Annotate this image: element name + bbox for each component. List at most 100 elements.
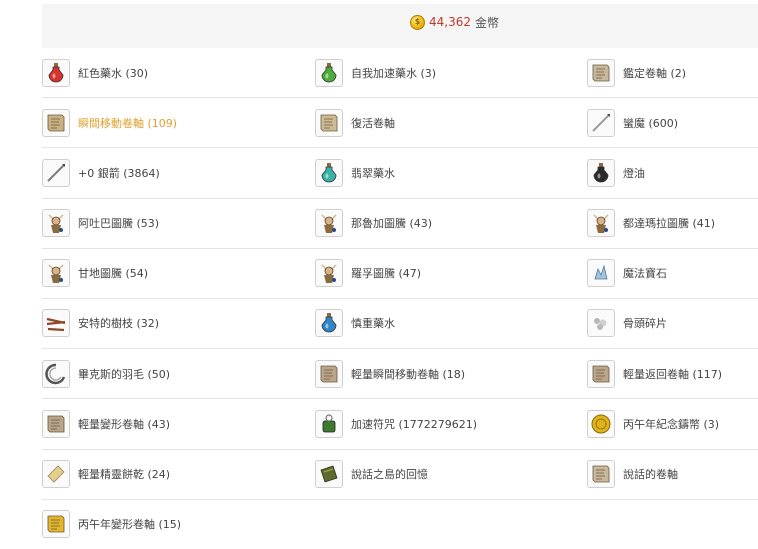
item-label: +0 銀箭 (3864) [78, 166, 160, 180]
gold-summary: $ 44,362 金幣 [410, 12, 499, 32]
item-row: 輕量精靈餅乾 (24) 說話之島的回憶 說話的卷軸 [42, 450, 758, 500]
gold-amount: 44,362 [429, 15, 471, 29]
arrow-icon [587, 108, 615, 137]
light-polymorph-scroll-icon [42, 409, 70, 438]
inventory-item[interactable]: 輕量精靈餅乾 (24) [42, 450, 170, 499]
item-label: 都達瑪拉圖騰 (41) [623, 217, 716, 231]
talking-scroll-icon [587, 460, 615, 488]
item-row: 紅色藥水 (30) 自我加速藥水 (3) 鑑定卷軸 (2) [42, 48, 758, 99]
inventory-item[interactable]: 羅孚圖騰 (47) [315, 249, 421, 298]
inventory-item[interactable]: 復活卷軸 [315, 98, 395, 147]
silver-arrow-icon [42, 158, 70, 187]
resurrection-scroll-icon [315, 108, 343, 137]
item-label: 阿吐巴圖騰 (53) [78, 217, 160, 231]
inventory-item[interactable]: 蠻魔 (600) [587, 98, 678, 147]
item-label: 紅色藥水 (30) [78, 66, 149, 80]
inventory-item[interactable]: 丙午年紀念鑄幣 (3) [587, 399, 719, 448]
rova-totem-icon [315, 259, 343, 288]
gold-summary-bar: $ 44,362 金幣 [42, 4, 758, 48]
elven-wafer-icon [42, 460, 70, 488]
green-potion-icon [315, 58, 343, 87]
light-return-scroll-icon [587, 359, 615, 388]
magic-gem-icon [587, 259, 615, 288]
item-label: 燈油 [623, 166, 645, 180]
item-row: 阿吐巴圖騰 (53) 那魯加圖騰 (43) 都達瑪拉圖騰 (41) [42, 199, 758, 249]
inventory-item[interactable]: 畢克斯的羽毛 (50) [42, 349, 170, 398]
item-label: 蠻魔 (600) [623, 116, 679, 130]
inventory-item[interactable]: 加速符咒 (1772279621) [315, 399, 477, 448]
inventory-item[interactable]: 自我加速藥水 (3) [315, 48, 436, 97]
item-row: 輕量變形卷軸 (43) 加速符咒 (1772279621) 丙午年紀念鑄幣 (3) [42, 399, 758, 450]
item-label: 加速符咒 (1772279621) [351, 417, 478, 431]
inventory-item[interactable]: 都達瑪拉圖騰 (41) [587, 199, 715, 248]
teleport-scroll-icon [42, 108, 70, 137]
inventory-item[interactable]: 魔法寶石 [587, 249, 667, 298]
inventory-item[interactable]: 那魯加圖騰 (43) [315, 199, 432, 248]
gandi-totem-icon [42, 259, 70, 288]
item-label: 復活卷軸 [351, 116, 395, 130]
inventory-item[interactable]: 骨頭碎片 [587, 299, 667, 348]
inventory-item[interactable]: 慎重藥水 [315, 299, 395, 348]
inventory-item[interactable]: 安特的樹枝 (32) [42, 299, 159, 348]
inventory-item[interactable]: +0 銀箭 (3864) [42, 148, 160, 197]
island-memory-book-icon [315, 460, 343, 488]
year-polymorph-scroll-icon [42, 510, 70, 539]
inventory-item[interactable]: 鑑定卷軸 (2) [587, 48, 686, 97]
item-row: 畢克斯的羽毛 (50) 輕量瞬間移動卷軸 (18) 輕量返回卷軸 (117) [42, 349, 758, 400]
gold-coin-icon: $ [410, 14, 425, 30]
lamp-oil-icon [587, 158, 615, 187]
inventory-item[interactable]: 輕量返回卷軸 (117) [587, 349, 722, 398]
ent-branch-icon [42, 309, 70, 338]
inventory-item[interactable]: 輕量變形卷軸 (43) [42, 399, 170, 448]
item-label: 丙午年紀念鑄幣 (3) [623, 417, 720, 431]
identify-scroll-icon [587, 58, 615, 87]
item-row: +0 銀箭 (3864) 翡翠藥水 燈油 [42, 148, 758, 199]
inventory-item[interactable]: 燈油 [587, 148, 645, 197]
inventory-item[interactable]: 甘地圖騰 (54) [42, 249, 148, 298]
item-label: 輕量瞬間移動卷軸 (18) [351, 367, 466, 381]
item-label: 翡翠藥水 [351, 166, 395, 180]
inventory-item[interactable]: 說話之島的回憶 [315, 450, 428, 499]
red-potion-icon [42, 58, 70, 87]
bone-shard-icon [587, 309, 615, 338]
dudamara-totem-icon [587, 209, 615, 238]
commemorative-coin-icon [587, 409, 615, 438]
item-label: 瞬間移動卷軸 (109) [78, 116, 178, 130]
light-teleport-scroll-icon [315, 359, 343, 388]
inventory-item[interactable]: 翡翠藥水 [315, 148, 395, 197]
inventory-item[interactable]: 丙午年變形卷軸 (15) [42, 500, 181, 549]
item-grid: 紅色藥水 (30) 自我加速藥水 (3) 鑑定卷軸 (2) 瞬間移動卷軸 (109) 復… [42, 48, 758, 549]
caution-potion-icon [315, 309, 343, 338]
inventory-panel: $ 44,362 金幣 紅色藥水 (30) 自我加速藥水 (3) 鑑定卷軸 (2) 瞬… [42, 0, 758, 540]
item-row: 瞬間移動卷軸 (109) 復活卷軸 蠻魔 (600) [42, 98, 758, 149]
item-label: 慎重藥水 [351, 317, 395, 331]
item-label: 輕量返回卷軸 (117) [623, 367, 723, 381]
atuba-totem-icon [42, 209, 70, 238]
inventory-item[interactable]: 阿吐巴圖騰 (53) [42, 199, 159, 248]
item-label: 說話之島的回憶 [351, 468, 428, 481]
item-label: 羅孚圖騰 (47) [351, 267, 422, 281]
inventory-item[interactable]: 瞬間移動卷軸 (109) [42, 98, 177, 147]
item-label: 那魯加圖騰 (43) [351, 217, 433, 231]
emerald-potion-icon [315, 158, 343, 187]
gold-unit: 金幣 [475, 15, 500, 30]
item-label: 魔法寶石 [623, 267, 667, 281]
item-label: 輕量精靈餅乾 (24) [78, 468, 171, 481]
item-row: 安特的樹枝 (32) 慎重藥水 骨頭碎片 [42, 299, 758, 350]
item-label: 輕量變形卷軸 (43) [78, 417, 171, 431]
inventory-item[interactable]: 紅色藥水 (30) [42, 48, 148, 97]
item-label: 骨頭碎片 [623, 317, 667, 331]
item-label: 安特的樹枝 (32) [78, 317, 160, 331]
item-label: 丙午年變形卷軸 (15) [78, 518, 182, 532]
inventory-item[interactable]: 輕量瞬間移動卷軸 (18) [315, 349, 465, 398]
feather-icon [42, 359, 70, 388]
haste-charm-icon [315, 409, 343, 438]
item-label: 甘地圖騰 (54) [78, 267, 149, 281]
item-label: 鑑定卷軸 (2) [623, 66, 687, 80]
item-row: 丙午年變形卷軸 (15) [42, 500, 758, 549]
inventory-item[interactable]: 說話的卷軸 [587, 450, 678, 499]
naruga-totem-icon [315, 209, 343, 238]
item-row: 甘地圖騰 (54) 羅孚圖騰 (47) 魔法寶石 [42, 249, 758, 299]
item-label: 畢克斯的羽毛 (50) [78, 367, 171, 381]
item-label: 說話的卷軸 [623, 468, 678, 481]
